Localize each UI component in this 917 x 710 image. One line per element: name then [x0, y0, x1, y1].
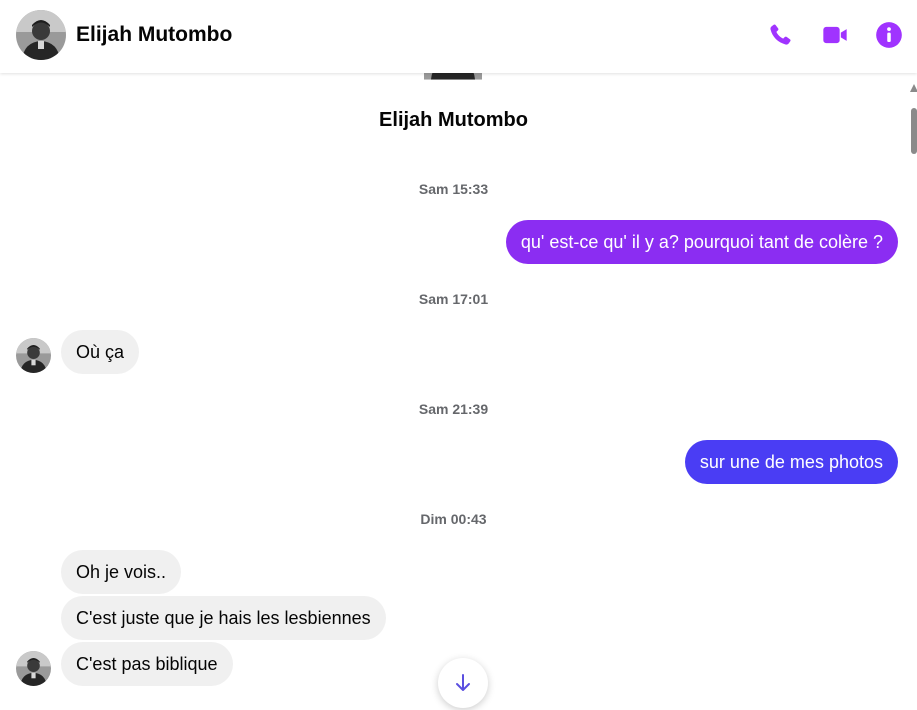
scrollbar-thumb[interactable]	[911, 108, 917, 154]
scrollbar-up-arrow[interactable]	[910, 84, 917, 92]
profile-name: Elijah Mutombo	[379, 109, 528, 131]
header-contact-name[interactable]: Elijah Mutombo	[76, 23, 232, 47]
timestamp: Sam 15:33	[418, 181, 489, 197]
arrow-down-icon	[456, 674, 470, 691]
contact-avatar[interactable]	[16, 651, 51, 686]
incoming-message[interactable]: Où ça	[61, 330, 140, 374]
outgoing-message[interactable]: sur une de mes photos	[684, 440, 898, 484]
incoming-message[interactable]: Oh je vois..	[61, 550, 182, 594]
info-icon[interactable]	[875, 21, 903, 49]
contact-avatar[interactable]	[16, 338, 51, 373]
phone-icon[interactable]	[766, 21, 794, 49]
header-avatar[interactable]	[16, 10, 66, 60]
outgoing-message[interactable]: qu' est-ce qu' il y a? pourquoi tant de …	[505, 220, 898, 264]
scroll-to-bottom-button[interactable]	[438, 658, 488, 708]
incoming-message[interactable]: C'est pas biblique	[61, 642, 233, 686]
timestamp: Dim 00:43	[420, 511, 487, 527]
incoming-message[interactable]: C'est juste que je hais les lesbiennes	[61, 596, 386, 640]
chat-header: Elijah Mutombo	[0, 0, 917, 73]
timestamp: Sam 17:01	[418, 291, 489, 307]
timestamp: Sam 21:39	[418, 401, 489, 417]
video-icon[interactable]	[821, 21, 849, 49]
